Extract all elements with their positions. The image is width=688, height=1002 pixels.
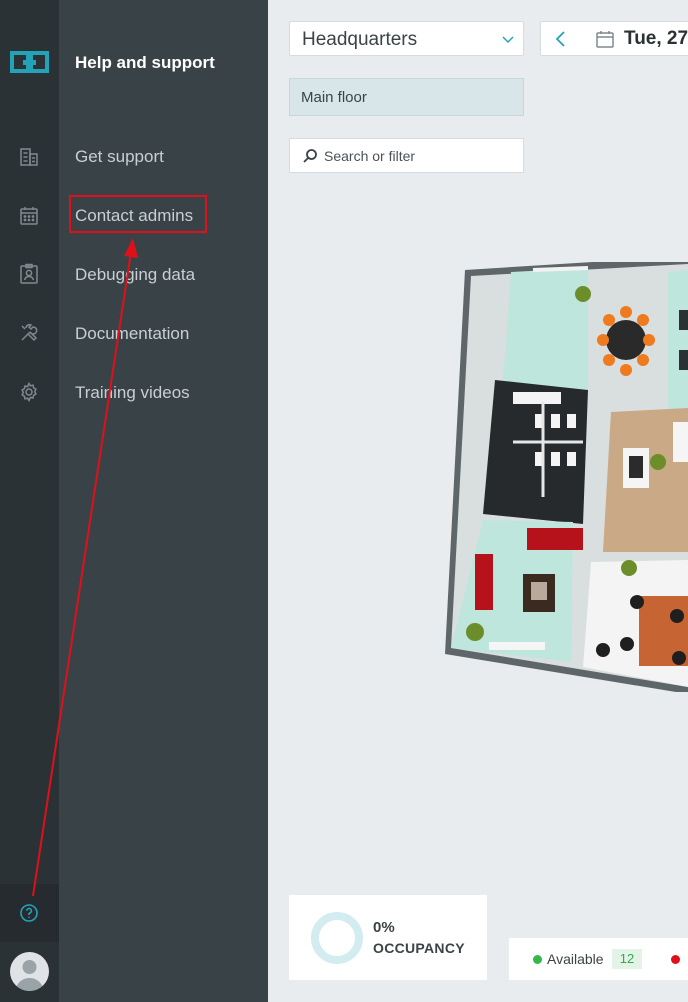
occupancy-ring [311,912,363,964]
menu-item-training-videos[interactable]: Training videos [75,383,190,403]
legend-available-count: 12 [612,949,642,969]
building-icon[interactable] [17,145,41,169]
occupancy-label: OCCUPANCY [373,940,465,956]
search-input[interactable] [324,146,514,166]
tab-main-floor[interactable]: Main floor [289,78,524,116]
search-box[interactable] [289,138,524,173]
availability-legend: Available 12 [509,938,688,980]
gear-icon[interactable] [17,380,41,404]
chevron-down-icon [502,36,514,44]
available-dot-icon [533,955,542,964]
search-icon [303,149,317,163]
main-content: Headquarters Tue, 27 Main floor Search o… [268,0,688,1002]
occupancy-value: 0% [373,919,395,936]
floor-plan-map[interactable] [443,262,688,692]
tools-icon[interactable] [17,321,41,345]
icon-rail [0,0,59,1002]
user-avatar-icon[interactable] [10,952,49,991]
calendar-icon [596,31,614,48]
menu-item-get-support[interactable]: Get support [75,147,164,167]
calendar-icon[interactable] [17,204,41,228]
location-value: Headquarters [302,29,418,50]
occupancy-card: 0% OCCUPANCY [289,895,487,980]
chevron-left-icon[interactable] [553,30,569,48]
question-circle-icon[interactable] [17,901,41,925]
legend-available-label: Available [547,951,604,967]
date-picker[interactable]: Tue, 27 [540,21,688,56]
location-select[interactable]: Headquarters [289,21,524,56]
panel-title: Help and support [75,53,215,72]
menu-item-documentation[interactable]: Documentation [75,324,189,344]
highlight-box [69,195,207,233]
help-support-panel: Help and support Get support Contact adm… [59,0,313,1002]
date-value: Tue, 27 [624,28,688,49]
linked-squares-logo[interactable] [10,50,49,76]
badge-icon[interactable] [17,262,41,286]
help-nav-item[interactable] [0,884,59,942]
menu-item-debugging-data[interactable]: Debugging data [75,265,195,285]
floor-tab-label: Main floor [301,89,367,106]
occupied-dot-icon [671,955,680,964]
